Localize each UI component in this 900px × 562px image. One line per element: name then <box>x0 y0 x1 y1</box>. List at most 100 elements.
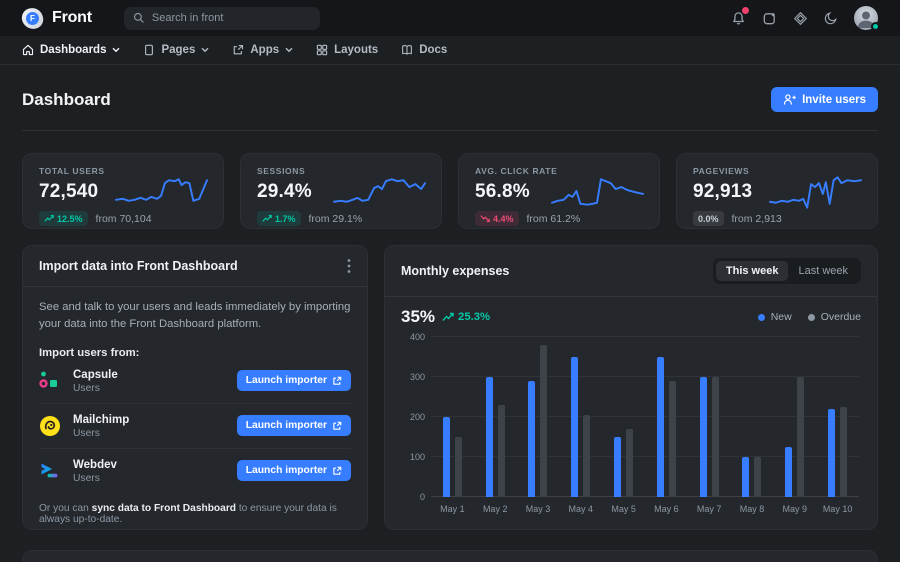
bar-group[interactable] <box>517 337 560 497</box>
nav-item-apps[interactable]: Apps <box>232 44 293 56</box>
bars-area <box>431 337 859 497</box>
sparkline-chart <box>550 170 645 212</box>
bar-group[interactable] <box>474 337 517 497</box>
bar-overdue[interactable] <box>455 437 462 497</box>
change-badge: 4.4% <box>475 211 519 226</box>
stat-card-click-rate[interactable]: Avg. click rate 56.8% 4.4% from 61.2% <box>458 153 660 229</box>
bar-group[interactable] <box>431 337 474 497</box>
stats-row: Total users 72,540 12.5% from 70,104 Ses… <box>22 153 878 229</box>
nav-label: Docs <box>419 44 447 56</box>
bar-new[interactable] <box>700 377 707 497</box>
nav-item-layouts[interactable]: Layouts <box>316 44 378 56</box>
x-axis-tick: May 4 <box>559 504 602 514</box>
file-icon <box>143 44 155 56</box>
stat-card-sessions[interactable]: Sessions 29.4% 1.7% from 29.1% <box>240 153 442 229</box>
legend-dot <box>758 314 765 321</box>
x-axis-labels: May 1May 2May 3May 4May 5May 6May 7May 8… <box>431 504 859 514</box>
stat-from: from 61.2% <box>527 213 581 225</box>
bar-overdue[interactable] <box>669 381 676 497</box>
bar-overdue[interactable] <box>797 377 804 497</box>
bar-new[interactable] <box>828 409 835 497</box>
sync-data-link[interactable]: sync data to Front Dashboard <box>92 503 236 514</box>
nav-item-dashboards[interactable]: Dashboards <box>22 44 120 56</box>
bar-new[interactable] <box>528 381 535 497</box>
x-axis-tick: May 8 <box>731 504 774 514</box>
import-name: Mailchimp <box>73 413 129 428</box>
search-input[interactable] <box>152 12 311 24</box>
bar-overdue[interactable] <box>626 429 633 497</box>
toggle-last-week[interactable]: Last week <box>788 261 858 281</box>
bar-overdue[interactable] <box>540 345 547 497</box>
bar-overdue[interactable] <box>840 407 847 497</box>
bar-group[interactable] <box>816 337 859 497</box>
x-axis-tick: May 9 <box>773 504 816 514</box>
import-footer: Or you can sync data to Front Dashboard … <box>39 503 351 525</box>
import-row-webdev: Webdev Users Launch importer <box>39 448 351 493</box>
bar-group[interactable] <box>559 337 602 497</box>
user-avatar[interactable] <box>854 6 878 30</box>
legend-item-overdue[interactable]: Overdue <box>808 311 861 323</box>
notification-dot <box>742 7 749 14</box>
house-icon <box>22 44 34 56</box>
import-description: See and talk to your users and leads imm… <box>39 299 351 333</box>
brand-logo[interactable]: F Front <box>22 8 92 29</box>
x-axis-tick: May 10 <box>816 504 859 514</box>
import-row-mailchimp: Mailchimp Users Launch importer <box>39 403 351 448</box>
nav-item-docs[interactable]: Docs <box>401 44 447 56</box>
bar-new[interactable] <box>785 447 792 497</box>
bar-group[interactable] <box>645 337 688 497</box>
apps-icon[interactable] <box>761 10 777 26</box>
search-box[interactable] <box>124 7 320 30</box>
front-logo-letter: F <box>26 12 39 25</box>
import-type: Users <box>73 383 118 394</box>
gem-icon[interactable] <box>792 10 808 26</box>
online-status-dot <box>871 22 880 31</box>
legend-item-new[interactable]: New <box>758 311 792 323</box>
bar-new[interactable] <box>742 457 749 497</box>
bar-new[interactable] <box>443 417 450 497</box>
x-axis-tick: May 7 <box>688 504 731 514</box>
launch-importer-button[interactable]: Launch importer <box>237 415 351 436</box>
bar-new[interactable] <box>571 357 578 497</box>
bar-overdue[interactable] <box>583 415 590 497</box>
y-axis-tick: 200 <box>399 412 425 422</box>
main-nav: Dashboards Pages Apps Layouts Docs <box>0 36 900 65</box>
more-options-icon[interactable] <box>347 258 351 274</box>
capsule-icon <box>39 370 61 392</box>
bar-group[interactable] <box>688 337 731 497</box>
change-badge: 1.7% <box>257 211 301 226</box>
bar-new[interactable] <box>614 437 621 497</box>
stat-card-pageviews[interactable]: Pageviews 92,913 0.0% from 2,913 <box>676 153 878 229</box>
bar-overdue[interactable] <box>712 377 719 497</box>
x-axis-tick: May 6 <box>645 504 688 514</box>
monthly-expenses-card: Monthly expenses This week Last week 35%… <box>384 245 878 530</box>
chevron-down-icon <box>201 47 209 53</box>
invite-users-button[interactable]: Invite users <box>771 87 878 112</box>
bar-group[interactable] <box>731 337 774 497</box>
nav-label: Apps <box>250 44 279 56</box>
import-subheading: Import users from: <box>39 347 351 359</box>
sparkline-chart <box>114 170 209 212</box>
bar-new[interactable] <box>486 377 493 497</box>
bar-group[interactable] <box>773 337 816 497</box>
top-navbar: F Front <box>0 0 900 36</box>
stat-card-total-users[interactable]: Total users 72,540 12.5% from 70,104 <box>22 153 224 229</box>
launch-importer-button[interactable]: Launch importer <box>237 460 351 481</box>
bar-overdue[interactable] <box>754 457 761 497</box>
toggle-this-week[interactable]: This week <box>716 261 789 281</box>
bar-group[interactable] <box>602 337 645 497</box>
trend-up-icon <box>44 214 54 223</box>
chevron-down-icon <box>285 47 293 53</box>
bell-icon[interactable] <box>730 10 746 26</box>
nav-label: Dashboards <box>40 44 106 56</box>
launch-importer-button[interactable]: Launch importer <box>237 370 351 391</box>
nav-item-pages[interactable]: Pages <box>143 44 209 56</box>
moon-icon[interactable] <box>823 10 839 26</box>
bar-new[interactable] <box>657 357 664 497</box>
week-toggle: This week Last week <box>713 258 861 284</box>
stat-from: from 2,913 <box>732 213 782 225</box>
external-link-icon <box>332 421 342 431</box>
chevron-down-icon <box>112 47 120 53</box>
bar-overdue[interactable] <box>498 405 505 497</box>
import-card-title: Import data into Front Dashboard <box>39 259 238 273</box>
